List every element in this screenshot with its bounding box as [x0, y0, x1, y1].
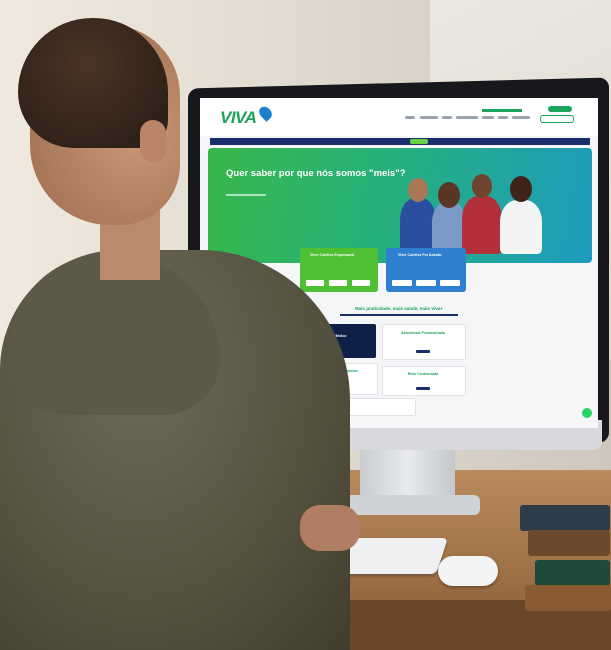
header-secondary-button[interactable] [540, 115, 574, 123]
section-subtitle [340, 314, 458, 316]
book [525, 585, 611, 611]
person-face [408, 178, 428, 202]
site-header [200, 98, 598, 136]
bottom-banner[interactable] [340, 398, 416, 416]
person-face [438, 182, 460, 208]
person-ear [140, 120, 166, 162]
nav-item[interactable] [482, 116, 494, 119]
nav-item[interactable] [420, 116, 438, 119]
plan-card-button[interactable] [329, 280, 347, 286]
tile-button[interactable] [416, 387, 430, 390]
info-bar [210, 138, 590, 145]
hero-title: Quer saber por que nós somos "meis"? [226, 168, 406, 179]
plan-card-title: Viver Coletivo Empresarial [310, 253, 355, 257]
tile-rede[interactable] [382, 366, 466, 396]
whatsapp-icon[interactable] [582, 408, 592, 418]
phone-number [482, 109, 522, 112]
tile-button[interactable] [416, 350, 430, 353]
person-figure [500, 200, 542, 254]
tile-assistencia[interactable] [382, 324, 466, 360]
person-hand [300, 505, 360, 551]
header-cta-button[interactable] [548, 106, 572, 112]
plan-card-button[interactable] [416, 280, 436, 286]
nav-item[interactable] [498, 116, 508, 119]
nav-item[interactable] [512, 116, 530, 119]
book [528, 530, 610, 556]
mouse [438, 556, 498, 586]
person-face [472, 174, 492, 198]
plan-card-title: Viver Coletivo Por Adesão [398, 253, 442, 257]
nav-item[interactable] [442, 116, 452, 119]
hero-subtitle [226, 194, 266, 196]
person-figure [400, 198, 436, 254]
book [520, 505, 610, 531]
plan-card-button[interactable] [352, 280, 370, 286]
person-figure [462, 196, 502, 254]
person-figure [432, 202, 466, 254]
site-logo[interactable]: VIVA [220, 108, 257, 128]
monitor-stand-neck [360, 448, 455, 498]
nav-item[interactable] [405, 116, 415, 119]
tile-title: Rede Credenciada [407, 372, 439, 376]
plan-card-button[interactable] [440, 280, 460, 286]
office-scene: VIVA Quer saber por que nós somos "meis"… [0, 0, 611, 650]
plan-card-button[interactable] [392, 280, 412, 286]
info-bar-button[interactable] [410, 139, 428, 144]
nav-item[interactable] [456, 116, 478, 119]
plan-card-button[interactable] [306, 280, 324, 286]
person-face [510, 176, 532, 202]
tile-title: Assistência Personalizada [401, 331, 445, 335]
book [535, 560, 610, 586]
